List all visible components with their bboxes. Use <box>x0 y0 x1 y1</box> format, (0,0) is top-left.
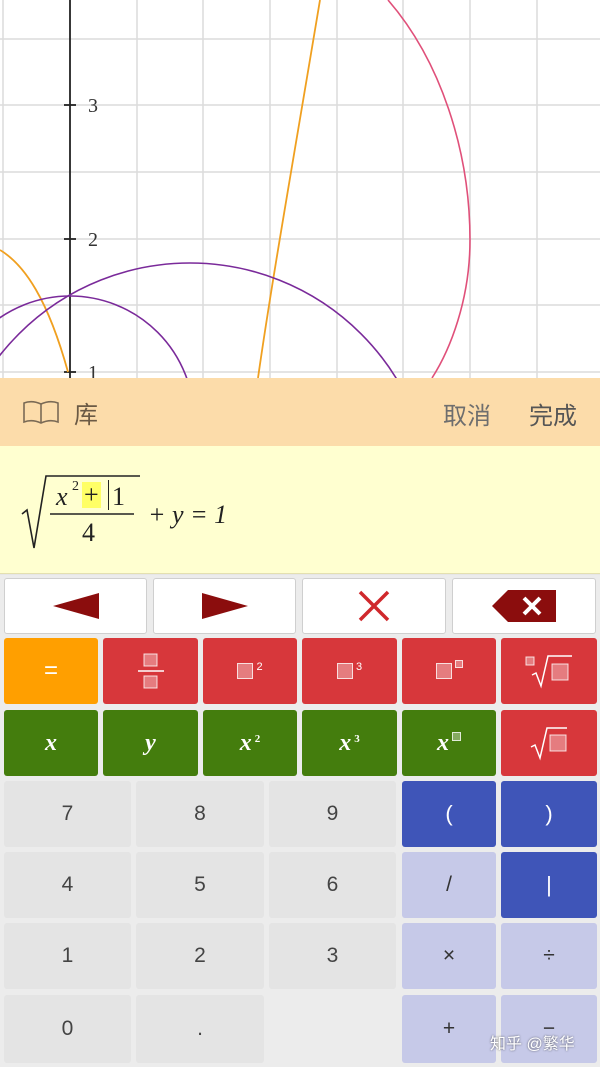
plus-key[interactable]: + <box>402 995 496 1063</box>
expression-editor[interactable]: x 2 + 1 4 + y = 1 <box>0 446 600 574</box>
graph-canvas[interactable]: 3 2 1 <box>0 0 600 378</box>
grid-lines <box>0 0 600 378</box>
exponent-label: 2 <box>254 733 261 745</box>
key-label: x <box>437 729 449 756</box>
digit-5-key[interactable]: 5 <box>136 852 264 918</box>
digit-4-key[interactable]: 4 <box>4 852 131 918</box>
var-x-key[interactable]: x <box>4 710 98 776</box>
close-icon <box>358 590 390 622</box>
exponent-label: 3 <box>354 733 360 745</box>
clear-button[interactable] <box>302 578 446 634</box>
exponent-label: 3 <box>355 661 363 673</box>
numerator-constant: 1 <box>112 482 125 511</box>
watermark: 知乎 @繁华 <box>490 1036 575 1053</box>
fraction-key[interactable] <box>103 638 198 704</box>
nth-root-key[interactable] <box>501 638 597 704</box>
numerator-x: x <box>56 482 68 511</box>
close-paren-key[interactable]: ) <box>501 781 597 847</box>
library-label: 库 <box>74 401 98 429</box>
digit-2-key[interactable]: 2 <box>136 923 264 989</box>
expression-tail: + y = 1 <box>148 500 228 529</box>
exponent-label: 2 <box>256 661 263 673</box>
sqrt-key[interactable] <box>501 710 597 776</box>
digit-9-key[interactable]: 9 <box>269 781 396 847</box>
digit-8-key[interactable]: 8 <box>136 781 264 847</box>
times-key[interactable]: × <box>402 923 496 989</box>
power-key[interactable] <box>402 638 496 704</box>
orange-curve-right <box>257 0 321 378</box>
key-label: x <box>339 729 352 756</box>
graph-svg: 3 2 1 <box>0 0 600 378</box>
cursor-right-button[interactable] <box>153 578 296 634</box>
math-expression: x 2 + 1 4 + y = 1 <box>20 470 280 554</box>
x-power-key[interactable]: x <box>402 710 496 776</box>
y-tick-label: 1 <box>88 362 98 378</box>
math-keyboard: = 2 3 x y x2 x3 x 7 8 9 () 4 5 6 / | 1 … <box>0 575 600 1067</box>
highlighted-plus: + <box>82 480 101 509</box>
divide-key[interactable]: ÷ <box>501 923 597 989</box>
decimal-point-key[interactable]: . <box>136 995 264 1063</box>
cancel-button[interactable]: 取消 <box>443 396 491 431</box>
y-tick-label: 3 <box>88 95 98 117</box>
cursor-left-button[interactable] <box>4 578 147 634</box>
placeholder-box-icon <box>336 663 353 679</box>
book-icon <box>23 400 59 424</box>
library-button[interactable]: 库 <box>22 396 98 429</box>
fraction-icon <box>137 653 164 689</box>
digit-6-key[interactable]: 6 <box>269 852 396 918</box>
open-paren-key[interactable]: ( <box>402 781 496 847</box>
done-button[interactable]: 完成 <box>529 396 577 431</box>
key-label: x <box>239 729 252 756</box>
digit-3-key[interactable]: 3 <box>269 923 396 989</box>
backspace-button[interactable] <box>452 578 596 634</box>
y-tick-label: 2 <box>88 229 98 251</box>
small-box-icon <box>452 731 461 741</box>
arrow-left-icon <box>52 593 99 619</box>
numerator-exponent: 2 <box>72 479 79 494</box>
digit-0-key[interactable]: 0 <box>4 995 131 1063</box>
var-y-key[interactable]: y <box>103 710 198 776</box>
small-box-icon <box>454 660 463 668</box>
equals-key[interactable]: = <box>4 638 98 704</box>
square-key[interactable]: 2 <box>203 638 297 704</box>
digit-1-key[interactable]: 1 <box>4 923 131 989</box>
pink-curve <box>387 0 471 378</box>
arrow-right-icon <box>201 593 248 619</box>
backspace-icon <box>492 590 556 622</box>
placeholder-box-icon <box>435 663 452 679</box>
digit-7-key[interactable]: 7 <box>4 781 131 847</box>
x-cubed-key[interactable]: x3 <box>302 710 397 776</box>
sqrt-icon <box>530 727 567 761</box>
editor-toolbar: 库 取消 完成 <box>0 378 600 446</box>
nth-root-icon <box>525 655 572 689</box>
placeholder-box-icon <box>237 663 254 679</box>
cube-key[interactable]: 3 <box>302 638 397 704</box>
slash-key[interactable]: / <box>402 852 496 918</box>
abs-bar-key[interactable]: | <box>501 852 597 918</box>
x-squared-key[interactable]: x2 <box>203 710 297 776</box>
text-cursor <box>108 480 109 510</box>
denominator: 4 <box>82 518 95 547</box>
